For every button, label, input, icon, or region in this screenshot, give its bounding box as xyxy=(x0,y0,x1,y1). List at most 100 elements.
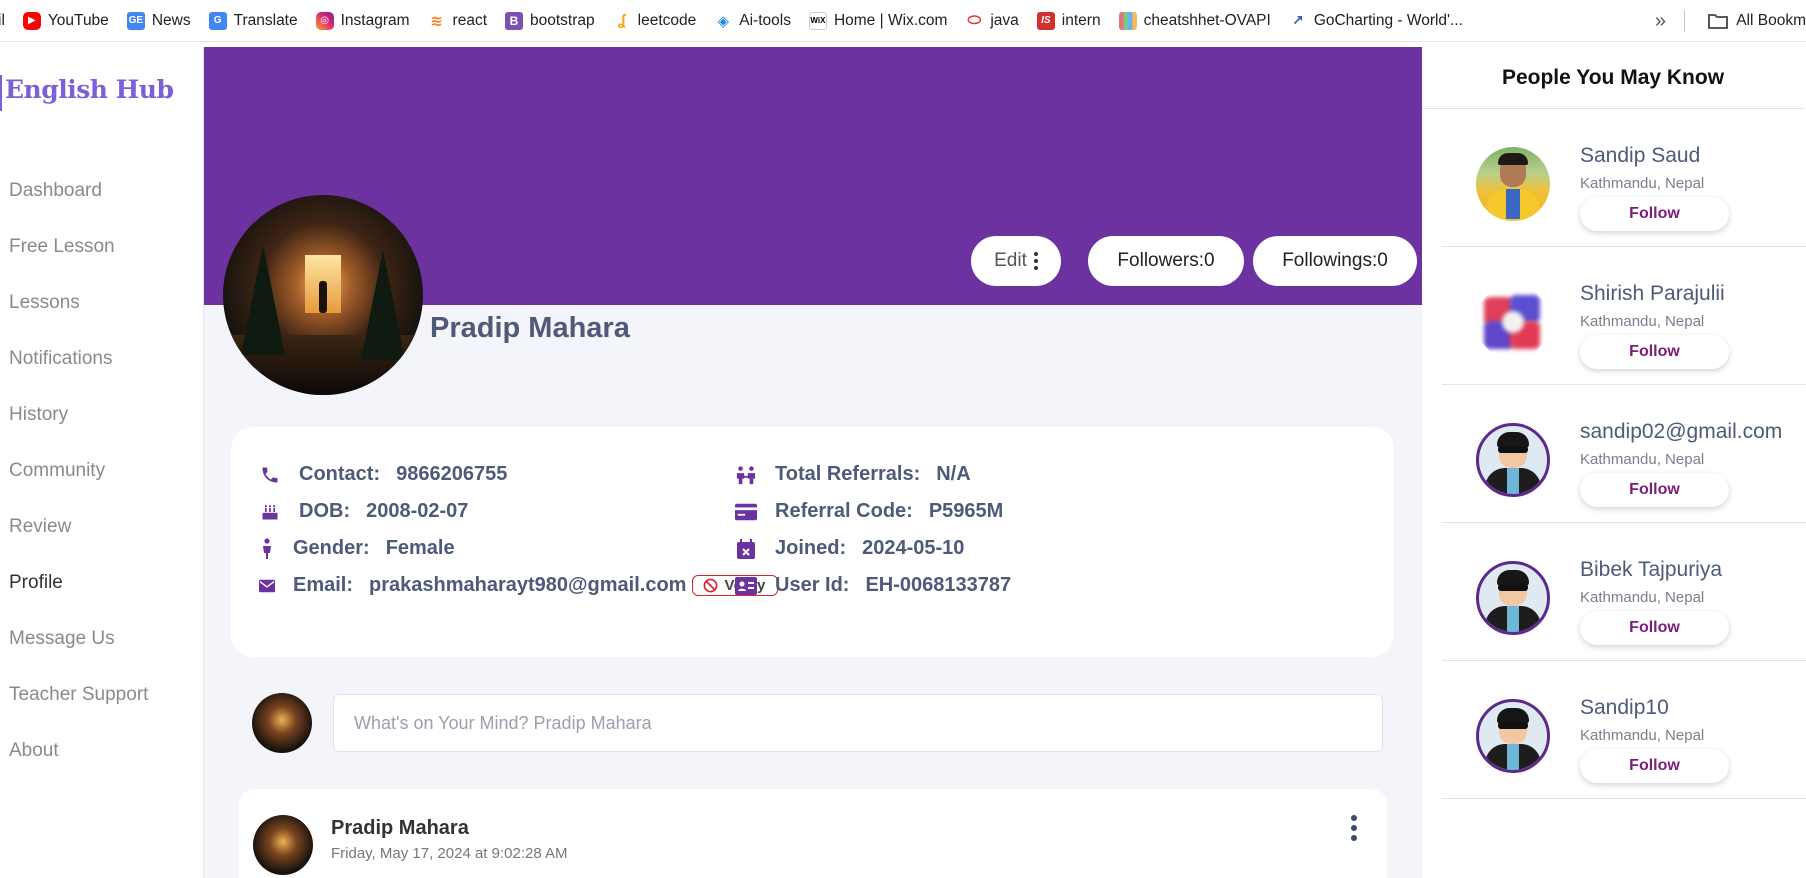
chart-icon: ↗ xyxy=(1291,12,1304,28)
edit-button[interactable]: Edit xyxy=(971,236,1061,286)
profile-name: Pradip Mahara xyxy=(430,312,630,344)
sidebar-item-notifications[interactable]: Notifications xyxy=(9,348,113,370)
sidebar-item-about[interactable]: About xyxy=(9,740,59,762)
avatar[interactable] xyxy=(1476,699,1550,773)
person-name[interactable]: Sandip Saud xyxy=(1580,144,1700,168)
more-vertical-icon xyxy=(1033,252,1038,270)
bookmark-label: react xyxy=(452,11,488,29)
bookmark-ai-tools[interactable]: ◈ Ai-tools xyxy=(714,11,791,30)
person-location: Kathmandu, Nepal xyxy=(1580,589,1705,606)
female-icon xyxy=(259,537,275,560)
instagram-icon: ◎ xyxy=(315,11,334,30)
app-logo[interactable]: English Hub xyxy=(5,75,174,104)
avatar-tree-left xyxy=(241,245,285,355)
credit-card-icon xyxy=(735,501,757,523)
bars-icon xyxy=(1118,11,1137,30)
all-bookmarks-button[interactable]: All Bookm xyxy=(1708,0,1806,41)
diamond-icon: ◈ xyxy=(717,12,730,30)
bookmark-label: leetcode xyxy=(637,11,697,29)
gender-label: Gender: xyxy=(293,537,370,559)
dob-row: DOB: 2008-02-07 xyxy=(259,500,468,523)
bookmark-news[interactable]: GE News xyxy=(126,11,191,30)
person-name[interactable]: Shirish Parajulii xyxy=(1580,282,1725,306)
bookmark-label: YouTube xyxy=(47,11,109,29)
avatar-figure xyxy=(319,281,327,313)
bookmark-intern[interactable]: IS intern xyxy=(1036,11,1101,30)
bookmark-label: News xyxy=(151,11,191,29)
follow-button[interactable]: Follow xyxy=(1580,335,1729,369)
sidebar-item-profile[interactable]: Profile xyxy=(9,572,63,594)
bookmark-instagram[interactable]: ◎ Instagram xyxy=(315,11,410,30)
person-name[interactable]: Sandip10 xyxy=(1580,696,1669,720)
follow-button[interactable]: Follow xyxy=(1580,197,1729,231)
main-content: Pradip Mahara Edit Followers:0 Following… xyxy=(204,47,1422,878)
phone-icon xyxy=(259,464,281,486)
avatar-tree-right xyxy=(361,250,405,360)
person-name[interactable]: sandip02@gmail.com xyxy=(1580,420,1782,444)
post-card: Pradip Mahara Friday, May 17, 2024 at 9:… xyxy=(239,789,1387,878)
composer-placeholder: What's on Your Mind? Pradip Mahara xyxy=(354,712,652,733)
bookmark-react[interactable]: ≋ react xyxy=(428,12,487,30)
user-id-value: EH-0068133787 xyxy=(865,574,1012,596)
bookmark-gocharting[interactable]: ↗ GoCharting - World'... xyxy=(1289,12,1463,30)
email-row: Email: prakashmaharayt980@gmail.com Veri… xyxy=(259,574,779,597)
sidebar-item-community[interactable]: Community xyxy=(9,460,105,482)
person-name[interactable]: Bibek Tajpuriya xyxy=(1580,558,1722,582)
sidebar-item-teacher-support[interactable]: Teacher Support xyxy=(9,684,148,706)
profile-avatar[interactable] xyxy=(223,195,423,395)
bookmark-leetcode[interactable]: ʆ leetcode xyxy=(613,12,697,30)
sidebar-item-review[interactable]: Review xyxy=(9,516,71,538)
person-card: sandip02@gmail.com Kathmandu, Nepal Foll… xyxy=(1442,385,1806,523)
bookmark-translate[interactable]: G Translate xyxy=(208,11,298,30)
sidebar-item-lessons[interactable]: Lessons xyxy=(9,292,80,314)
bookmarks-divider xyxy=(1684,10,1685,32)
bookmark-cheatsheet[interactable]: cheatshhet-OVAPI xyxy=(1118,11,1271,30)
person-location: Kathmandu, Nepal xyxy=(1580,313,1705,330)
referral-code-label: Referral Code: xyxy=(775,500,913,522)
bookmark-youtube[interactable]: ▶ YouTube xyxy=(22,11,109,30)
post-composer-input[interactable]: What's on Your Mind? Pradip Mahara xyxy=(333,694,1383,752)
followers-button[interactable]: Followers:0 xyxy=(1088,236,1244,286)
post-author-avatar[interactable] xyxy=(253,815,313,875)
bookmark-label: bootstrap xyxy=(530,11,595,29)
oracle-icon: ⬭ xyxy=(967,11,982,29)
bookmark-mail[interactable]: il xyxy=(0,12,5,30)
follow-button[interactable]: Follow xyxy=(1580,473,1729,507)
referrals-row: Total Referrals: N/A xyxy=(735,463,971,486)
translate-icon: G xyxy=(208,11,227,30)
bookmark-label: java xyxy=(990,11,1019,29)
bookmark-label: cheatshhet-OVAPI xyxy=(1143,11,1271,29)
bookmark-bootstrap[interactable]: B bootstrap xyxy=(505,11,595,30)
bookmark-wix[interactable]: WiX Home | Wix.com xyxy=(808,11,947,30)
more-vertical-icon[interactable] xyxy=(1351,815,1357,841)
referral-code-row: Referral Code: P5965M xyxy=(735,500,1003,523)
sidebar-item-message-us[interactable]: Message Us xyxy=(9,628,115,650)
person-card: Bibek Tajpuriya Kathmandu, Nepal Follow xyxy=(1442,523,1806,661)
referral-code-value: P5965M xyxy=(928,500,1004,522)
follow-button[interactable]: Follow xyxy=(1580,749,1729,783)
bookmark-label: Ai-tools xyxy=(739,11,791,29)
gender-row: Gender: Female xyxy=(259,537,455,560)
edit-label: Edit xyxy=(994,250,1027,271)
avatar[interactable] xyxy=(1476,285,1550,359)
sidebar: English Hub Dashboard Free Lesson Lesson… xyxy=(0,47,204,878)
all-bookmarks-label: All Bookm xyxy=(1736,12,1806,29)
avatar[interactable] xyxy=(1476,561,1550,635)
sidebar-item-dashboard[interactable]: Dashboard xyxy=(9,180,102,202)
folder-icon xyxy=(1708,14,1729,29)
bookmark-java[interactable]: ⬭ java xyxy=(965,11,1019,30)
bootstrap-icon: B xyxy=(505,11,524,30)
sidebar-item-free-lesson[interactable]: Free Lesson xyxy=(9,236,115,258)
sidebar-item-history[interactable]: History xyxy=(9,404,68,426)
follow-button[interactable]: Follow xyxy=(1580,611,1729,645)
post-author[interactable]: Pradip Mahara xyxy=(331,817,469,840)
bookmarks-bar: il ▶ YouTube GE News G Translate ◎ Insta… xyxy=(0,0,1806,42)
person-location: Kathmandu, Nepal xyxy=(1580,175,1705,192)
chevron-double-right-icon[interactable]: » xyxy=(1655,10,1666,33)
avatar[interactable] xyxy=(1476,423,1550,497)
avatar[interactable] xyxy=(1476,147,1550,221)
leetcode-icon: ʆ xyxy=(617,12,626,29)
followings-button[interactable]: Followings:0 xyxy=(1253,236,1417,286)
panel-title: People You May Know xyxy=(1422,47,1804,109)
dob-value: 2008-02-07 xyxy=(366,500,469,522)
